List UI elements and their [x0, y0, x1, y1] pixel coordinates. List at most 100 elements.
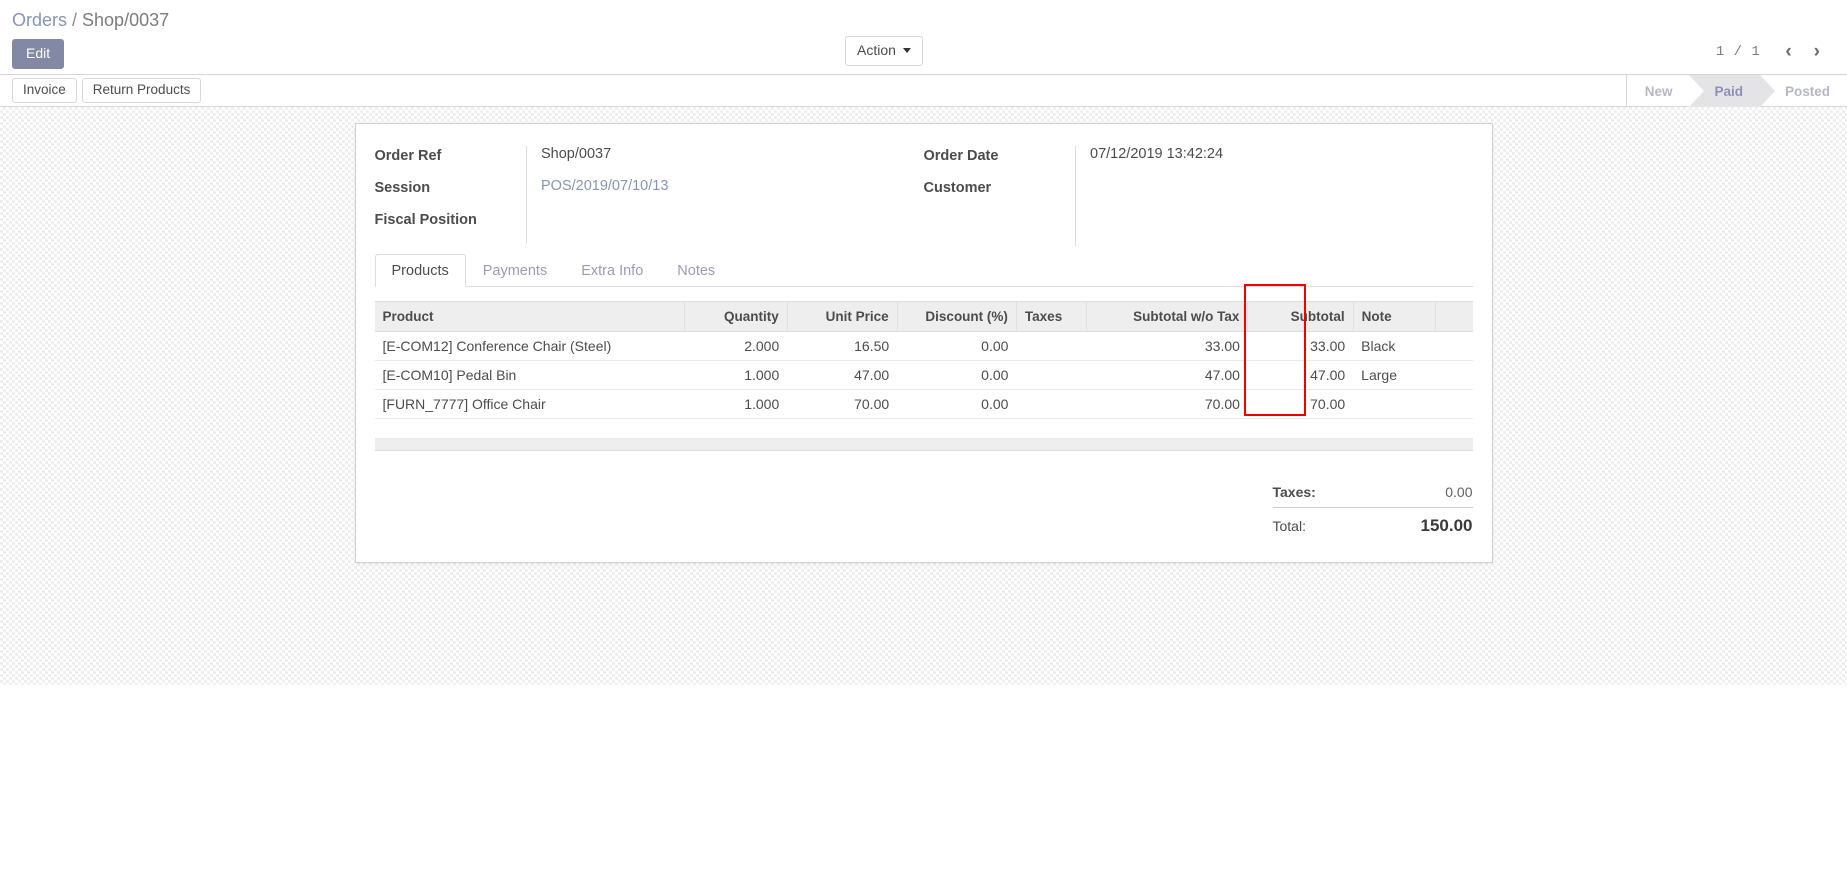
field-value-spacer-text [1090, 212, 1459, 232]
field-spacer-row [924, 212, 1459, 246]
totals-value-taxes: 0.00 [1445, 484, 1473, 500]
pager-previous-icon[interactable]: ‹ [1774, 42, 1802, 61]
return-products-button[interactable]: Return Products [81, 77, 202, 104]
status-state-new[interactable]: New [1627, 75, 1690, 108]
cell-subtotal: 47.00 [1247, 360, 1354, 390]
table-row[interactable]: [FURN_7777] Office Chair 1.000 70.00 0.0… [374, 389, 1473, 419]
column-header-unit-price[interactable]: Unit Price [787, 301, 898, 332]
control-panel: Orders / Shop/0037 Edit Action 1 / 1 ‹ ›… [0, 0, 1847, 108]
table-row[interactable]: [E-COM10] Pedal Bin 1.000 47.00 0.00 47.… [374, 360, 1473, 390]
session-link[interactable]: POS/2019/07/10/13 [541, 178, 668, 194]
field-value-fiscal-position[interactable] [526, 210, 910, 244]
field-value-order-ref[interactable]: Shop/0037 [526, 146, 910, 178]
pager-count: 1 / 1 [1715, 43, 1761, 60]
order-lines-footer-bar [374, 439, 1473, 451]
column-header-discount[interactable]: Discount (%) [897, 301, 1017, 332]
field-label-customer: Customer [923, 180, 992, 196]
form-sheet: Order Ref Shop/0037 Session POS/2019/07/… [354, 123, 1493, 563]
order-lines-container: Product Quantity Unit Price Discount (%)… [374, 284, 1473, 451]
cell-taxes [1016, 389, 1087, 419]
totals-row-total: Total: 150.00 [1272, 507, 1473, 539]
tab-payments[interactable]: Payments [466, 254, 564, 287]
status-state-paid[interactable]: Paid [1689, 75, 1775, 108]
field-fiscal-position: Fiscal Position [375, 210, 910, 244]
totals-label-taxes: Taxes: [1272, 484, 1316, 500]
action-button-label: Action [857, 42, 896, 58]
tab-extra-info[interactable]: Extra Info [564, 254, 660, 287]
field-value-session[interactable]: POS/2019/07/10/13 [526, 178, 910, 210]
column-header-note[interactable]: Note [1353, 301, 1436, 332]
table-row[interactable]: [E-COM12] Conference Chair (Steel) 2.000… [374, 331, 1473, 361]
cell-note: Large [1353, 360, 1436, 390]
totals-label-total: Total: [1272, 518, 1306, 534]
cell-product: [E-COM12] Conference Chair (Steel) [374, 331, 685, 361]
field-value-customer-text [1090, 178, 1459, 198]
cell-subtotal-wo-tax: 47.00 [1086, 360, 1248, 390]
edit-button[interactable]: Edit [12, 39, 65, 69]
cell-quantity: 2.000 [684, 331, 788, 361]
cell-unit-price: 16.50 [787, 331, 898, 361]
column-header-taxes[interactable]: Taxes [1016, 301, 1088, 332]
field-value-spacer [1075, 212, 1459, 246]
table-row-filler [374, 418, 1473, 439]
breadcrumb-item-orders[interactable]: Orders [12, 10, 67, 31]
field-label-spacer [924, 212, 1076, 246]
field-value-order-date[interactable]: 07/12/2019 13:42:24 [1075, 146, 1459, 178]
action-menu-wrapper: Action [845, 36, 923, 66]
chevron-down-icon [902, 47, 911, 53]
tab-products[interactable]: Products [374, 254, 466, 287]
cell-padding [1435, 360, 1473, 390]
totals-row-taxes: Taxes: 0.00 [1273, 481, 1473, 503]
cell-subtotal: 70.00 [1247, 389, 1354, 419]
statusbar-row: Invoice Return Products New Paid Posted [0, 74, 1847, 108]
totals-value-total: 150.00 [1420, 516, 1473, 535]
notebook: Products Payments Extra Info Notes Produ… [374, 254, 1473, 539]
cell-product: [E-COM10] Pedal Bin [374, 360, 685, 390]
button-row: Edit Action 1 / 1 ‹ › [0, 34, 1847, 74]
action-button[interactable]: Action [845, 36, 923, 66]
page-body: Order Ref Shop/0037 Session POS/2019/07/… [0, 107, 1847, 685]
pager: 1 / 1 ‹ › [1716, 42, 1831, 61]
breadcrumb: Orders / Shop/0037 [0, 0, 1847, 34]
order-lines-table: Product Quantity Unit Price Discount (%)… [374, 301, 1473, 439]
field-label-session: Session [374, 180, 431, 196]
column-header-padding [1435, 301, 1473, 332]
field-label-fiscal-position: Fiscal Position [374, 212, 477, 228]
invoice-button[interactable]: Invoice [12, 77, 77, 104]
field-label-order-ref: Order Ref [374, 148, 442, 164]
cell-filler [374, 418, 1473, 439]
cell-note [1353, 389, 1436, 419]
cell-padding [1435, 331, 1473, 361]
field-order-date: Order Date 07/12/2019 13:42:24 [924, 146, 1459, 178]
field-value-customer[interactable] [1075, 178, 1459, 212]
column-header-product[interactable]: Product [374, 301, 685, 332]
cell-taxes [1016, 331, 1087, 361]
pager-next-icon[interactable]: › [1803, 42, 1831, 61]
field-session: Session POS/2019/07/10/13 [375, 178, 910, 210]
breadcrumb-separator: / [72, 10, 78, 30]
cell-subtotal-wo-tax: 33.00 [1086, 331, 1248, 361]
cell-taxes [1016, 360, 1087, 390]
column-header-subtotal[interactable]: Subtotal [1247, 301, 1354, 332]
cell-quantity: 1.000 [684, 389, 788, 419]
tab-notes[interactable]: Notes [660, 254, 732, 287]
status-pipeline: New Paid Posted [1625, 75, 1847, 108]
column-header-quantity[interactable]: Quantity [684, 301, 788, 332]
order-lines-header: Product Quantity Unit Price Discount (%)… [374, 301, 1473, 332]
notebook-tabs: Products Payments Extra Info Notes [374, 254, 1473, 287]
form-group-left: Order Ref Shop/0037 Session POS/2019/07/… [375, 146, 924, 246]
cell-note: Black [1353, 331, 1436, 361]
field-label-order-date: Order Date [923, 148, 999, 164]
cell-padding [1435, 389, 1473, 419]
form-header-groups: Order Ref Shop/0037 Session POS/2019/07/… [375, 146, 1473, 246]
field-customer: Customer [924, 178, 1459, 212]
cell-unit-price: 47.00 [787, 360, 898, 390]
cell-product: [FURN_7777] Office Chair [374, 389, 685, 419]
form-group-right: Order Date 07/12/2019 13:42:24 Customer [924, 146, 1473, 246]
cell-subtotal: 33.00 [1247, 331, 1354, 361]
cell-quantity: 1.000 [684, 360, 788, 390]
column-header-subtotal-wo-tax[interactable]: Subtotal w/o Tax [1086, 301, 1249, 332]
cell-subtotal-wo-tax: 70.00 [1086, 389, 1248, 419]
order-lines-body: [E-COM12] Conference Chair (Steel) 2.000… [374, 331, 1473, 439]
cell-discount: 0.00 [897, 331, 1017, 361]
